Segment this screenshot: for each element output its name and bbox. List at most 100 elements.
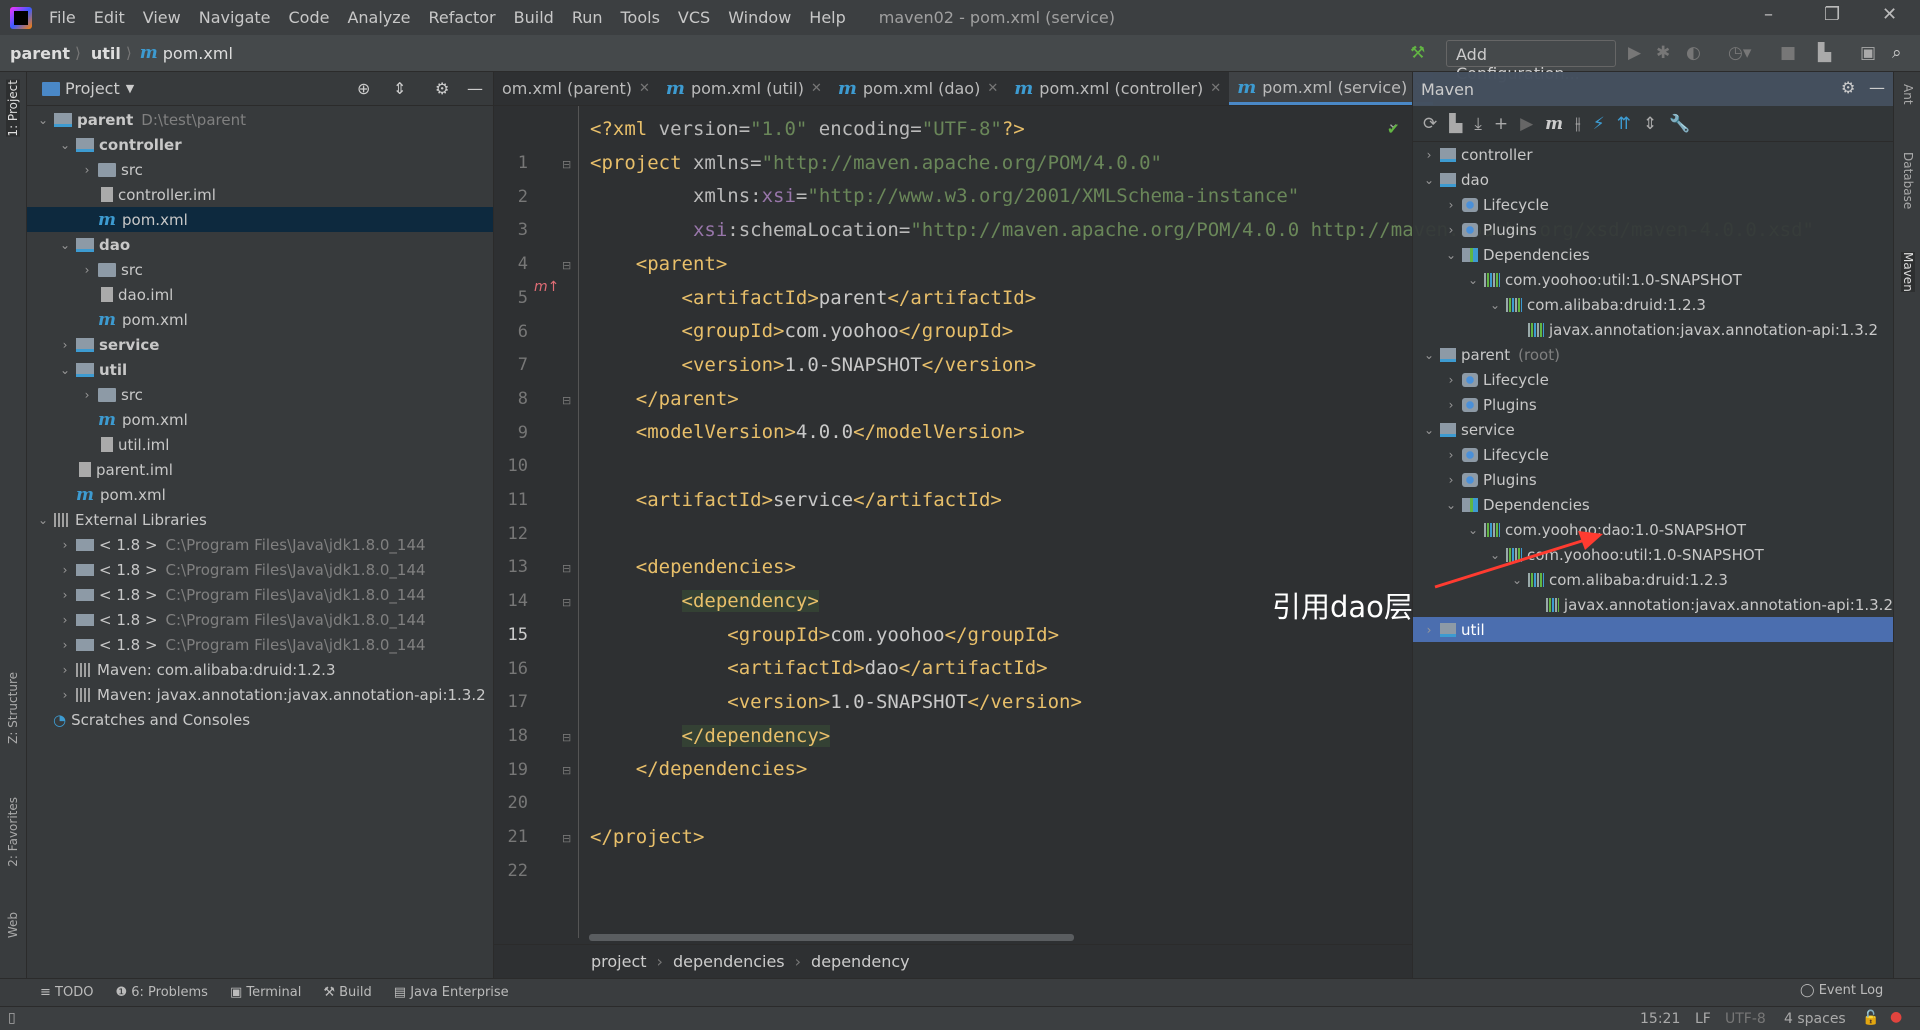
debug-icon[interactable]: ✱	[1656, 43, 1670, 63]
run-icon[interactable]: ▶	[1628, 43, 1641, 63]
breadcrumb-dependency[interactable]: dependency	[811, 952, 910, 971]
locate-icon[interactable]: ⊕	[357, 79, 370, 98]
chevron-right-icon[interactable]: ›	[79, 388, 95, 402]
tree-item[interactable]: ⌄ parent (root)	[1413, 342, 1893, 367]
stripe-project[interactable]: 1: Project	[6, 80, 20, 137]
toolwindow-todo[interactable]: ≡ TODO	[40, 985, 93, 1000]
tree-item[interactable]: › Lifecycle	[1413, 442, 1893, 467]
fold-marker-icon[interactable]: ⊟	[562, 764, 571, 777]
tree-item[interactable]: ⌄ com.yoohoo:dao:1.0-SNAPSHOT	[1413, 517, 1893, 542]
tree-item[interactable]: › Maven: javax.annotation:javax.annotatio…	[27, 682, 493, 707]
close-tab-icon[interactable]: ✕	[639, 81, 650, 96]
line-separator[interactable]: LF	[1695, 1011, 1711, 1027]
tree-item[interactable]: › Plugins	[1413, 217, 1893, 242]
tree-item[interactable]: ⌄ Dependencies	[1413, 242, 1893, 267]
fold-marker-icon[interactable]: ⊟	[562, 832, 571, 845]
breadcrumb-parent[interactable]: parent	[0, 44, 75, 63]
file-encoding[interactable]: UTF-8	[1725, 1011, 1766, 1027]
indent-setting[interactable]: 4 spaces	[1784, 1011, 1846, 1027]
chevron-down-icon[interactable]: ⌄	[35, 513, 51, 527]
tree-item[interactable]: ⌄ com.alibaba:druid:1.2.3	[1413, 292, 1893, 317]
execute-goal-icon[interactable]: m	[1545, 114, 1563, 134]
tree-item[interactable]: dao.iml	[27, 282, 493, 307]
tree-item[interactable]: › < 1.8 > C:\Program Files\Java\jdk1.8.0_1…	[27, 632, 493, 657]
add-folder-icon[interactable]: ▙	[1449, 114, 1462, 134]
hide-icon[interactable]: —	[467, 79, 483, 98]
caret-position[interactable]: 15:21	[1640, 1011, 1680, 1027]
tree-item[interactable]: › < 1.8 > C:\Program Files\Java\jdk1.8.0_1…	[27, 607, 493, 632]
tree-item[interactable]: m pom.xml	[27, 407, 493, 432]
run-icon[interactable]: ▶	[1520, 114, 1533, 134]
tree-item[interactable]: › Maven: com.alibaba:druid:1.2.3	[27, 657, 493, 682]
chevron-right-icon[interactable]: ›	[79, 163, 95, 177]
tree-item[interactable]: ⌄ util	[27, 357, 493, 382]
stripe-database[interactable]: Database	[1901, 152, 1915, 209]
chevron-down-icon[interactable]: ⌄	[1421, 348, 1437, 362]
stripe-maven[interactable]: Maven	[1901, 252, 1915, 292]
menu-file[interactable]: File	[40, 8, 85, 27]
chevron-down-icon[interactable]: ⌄	[57, 238, 73, 252]
tree-item[interactable]: ⌄ dao	[1413, 167, 1893, 192]
collapse-all-icon[interactable]: ⇕	[393, 79, 406, 98]
tree-item[interactable]: › Plugins	[1413, 467, 1893, 492]
fold-marker-icon[interactable]: ⊟	[562, 731, 571, 744]
menu-tools[interactable]: Tools	[612, 8, 669, 27]
fold-marker-icon[interactable]: ⊟	[562, 158, 571, 171]
tree-item[interactable]: › src	[27, 382, 493, 407]
fold-marker-icon[interactable]: ⊟	[562, 259, 571, 272]
chevron-right-icon[interactable]: ›	[57, 638, 73, 652]
stripe-structure[interactable]: Z: Structure	[6, 672, 20, 744]
tree-item[interactable]: controller.iml	[27, 182, 493, 207]
wrench-icon[interactable]: 🔧	[1669, 114, 1690, 134]
stop-icon[interactable]: ■	[1780, 43, 1796, 63]
project-panel-title[interactable]: Project	[65, 79, 120, 98]
build-hammer-icon[interactable]: ⚒	[1410, 43, 1425, 63]
reload-icon[interactable]: ⟳	[1423, 114, 1437, 134]
search-icon[interactable]: ⌕	[1892, 43, 1902, 63]
chevron-right-icon[interactable]: ›	[79, 263, 95, 277]
menu-run[interactable]: Run	[563, 8, 612, 27]
menu-refactor[interactable]: Refactor	[420, 8, 505, 27]
add-configuration-button[interactable]: Add Configuration...	[1446, 40, 1616, 83]
chevron-right-icon[interactable]: ›	[57, 688, 73, 702]
minimize-button[interactable]: –	[1764, 4, 1773, 25]
tree-item[interactable]: › src	[27, 157, 493, 182]
toggle-offline-icon[interactable]: ⫲	[1575, 114, 1581, 134]
lock-icon[interactable]: 🔓	[1862, 1010, 1879, 1026]
chevron-right-icon[interactable]: ›	[1443, 373, 1459, 387]
chevron-right-icon[interactable]: ›	[1443, 398, 1459, 412]
tree-item[interactable]: ⌄ service	[1413, 417, 1893, 442]
chevron-right-icon[interactable]: ›	[57, 663, 73, 677]
chevron-down-icon[interactable]: ⌄	[1487, 548, 1503, 562]
tab-pom-xml-service-[interactable]: mpom.xml (service)✕	[1229, 72, 1434, 105]
stripe-ant[interactable]: Ant	[1901, 84, 1915, 105]
toolwindow-java-enterprise[interactable]: ▤ Java Enterprise	[394, 985, 509, 1000]
menu-window[interactable]: Window	[719, 8, 800, 27]
chevron-down-icon[interactable]: ⌄	[1465, 273, 1481, 287]
tree-item[interactable]: util.iml	[27, 432, 493, 457]
tree-item[interactable]: ◔ Scratches and Consoles	[27, 707, 493, 732]
fold-marker-icon[interactable]: ⊟	[562, 562, 571, 575]
chevron-right-icon[interactable]: ›	[1421, 623, 1437, 637]
close-tab-icon[interactable]: ✕	[987, 81, 998, 96]
toolwindow-build[interactable]: ⚒ Build	[323, 985, 371, 1000]
menu-view[interactable]: View	[134, 8, 190, 27]
stripe-favorites[interactable]: 2: Favorites	[6, 797, 20, 867]
coverage-icon[interactable]: ◐	[1686, 43, 1701, 63]
close-tab-icon[interactable]: ✕	[1210, 81, 1221, 96]
menu-navigate[interactable]: Navigate	[190, 8, 280, 27]
menu-vcs[interactable]: VCS	[669, 8, 719, 27]
menu-code[interactable]: Code	[280, 8, 339, 27]
tree-item[interactable]: ⌄ controller	[27, 132, 493, 157]
tree-item[interactable]: › < 1.8 > C:\Program Files\Java\jdk1.8.0_1…	[27, 582, 493, 607]
chevron-right-icon[interactable]: ›	[57, 613, 73, 627]
add-icon[interactable]: +	[1494, 114, 1508, 134]
toolwindow-terminal[interactable]: ▣ Terminal	[230, 985, 301, 1000]
download-icon[interactable]: ⤓	[1474, 114, 1482, 134]
gear-icon[interactable]: ⚙	[435, 79, 449, 98]
chevron-down-icon[interactable]: ⌄	[57, 138, 73, 152]
tree-item[interactable]: › controller	[1413, 142, 1893, 167]
horizontal-scrollbar[interactable]	[589, 934, 1074, 941]
tree-item[interactable]: m pom.xml	[27, 482, 493, 507]
chevron-right-icon[interactable]: ›	[1443, 473, 1459, 487]
